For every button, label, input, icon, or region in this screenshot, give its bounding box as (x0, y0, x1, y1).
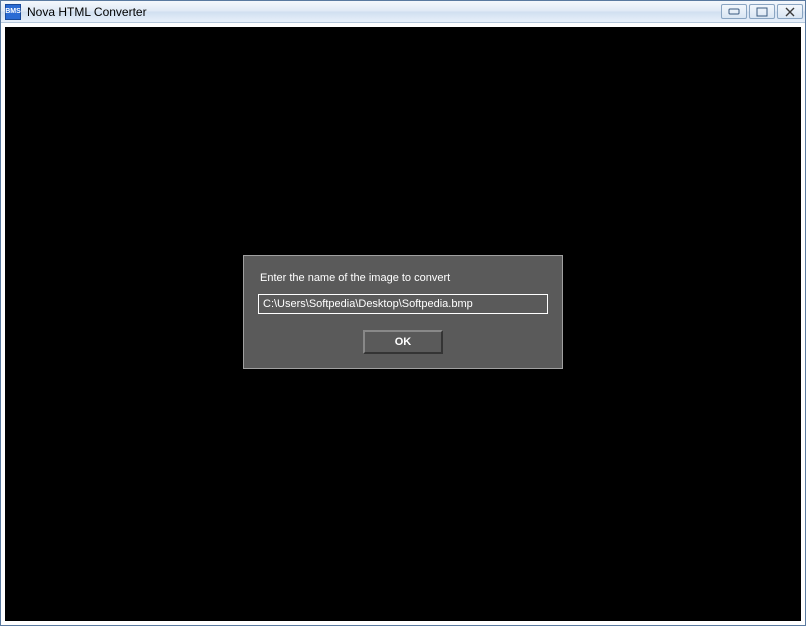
dialog-button-row: OK (258, 330, 548, 354)
close-icon (783, 7, 797, 17)
minimize-button[interactable] (721, 4, 747, 19)
input-dialog: Enter the name of the image to convert O… (243, 255, 563, 369)
image-path-input[interactable] (258, 294, 548, 314)
app-window: BMS Nova HTML Converter SOFTPEDIA (0, 0, 806, 626)
maximize-icon (755, 7, 769, 17)
maximize-button[interactable] (749, 4, 775, 19)
window-controls (721, 4, 803, 19)
titlebar[interactable]: BMS Nova HTML Converter (1, 1, 805, 23)
close-button[interactable] (777, 4, 803, 19)
app-icon-label: BMS (5, 8, 21, 15)
window-title: Nova HTML Converter (27, 5, 721, 19)
app-icon: BMS (5, 4, 21, 20)
dialog-prompt: Enter the name of the image to convert (260, 272, 548, 284)
minimize-icon (727, 8, 741, 16)
content-area: SOFTPEDIA Enter the name of the image to… (5, 27, 801, 621)
ok-button[interactable]: OK (363, 330, 443, 354)
client-area: SOFTPEDIA Enter the name of the image to… (1, 23, 805, 625)
